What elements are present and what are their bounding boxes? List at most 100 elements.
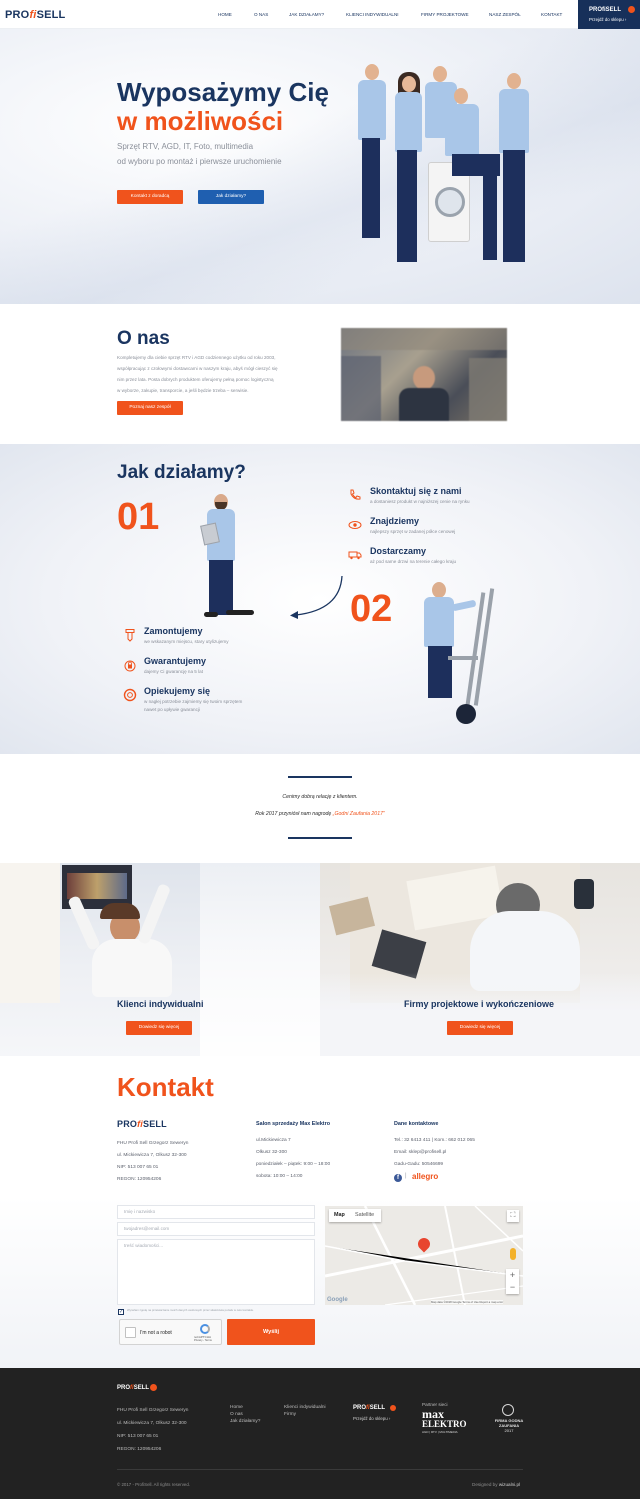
worker-with-tablet-photo xyxy=(196,494,256,622)
how-title: Jak działamy? xyxy=(117,462,246,483)
how-section: Jak działamy? 01 02 Skontaktuj się z nam… xyxy=(0,444,640,754)
individual-clients-label: Klienci indywidualni xyxy=(117,999,204,1009)
boy-shirt xyxy=(92,939,172,997)
max-elektro-logo: max ELEKTRO xyxy=(422,1407,467,1429)
about-photo xyxy=(341,328,507,421)
hero-title-line1: Wyposażymy Cię xyxy=(117,77,329,107)
max-elektro-sub: AGD | RTV | MULTIMEDIA xyxy=(422,1430,458,1434)
submit-button[interactable]: Wyślij xyxy=(227,1319,315,1345)
step-number-01: 01 xyxy=(117,496,160,538)
footer-divider xyxy=(117,1469,523,1470)
footer-links-1: Home O nas Jak działamy? xyxy=(230,1404,260,1425)
company-info: FHU Profi Sell Grzegorz Seweryn ul. Mick… xyxy=(117,1141,189,1182)
recaptcha-widget: I'm not a robot reCAPTCHA Privacy - Term… xyxy=(119,1319,222,1345)
lock-icon xyxy=(124,660,136,672)
shop-logo: PROfiSELL xyxy=(589,7,622,13)
footer-link-companies[interactable]: Firmy xyxy=(284,1411,326,1418)
companies-more-button[interactable]: Dowiedz się więcej xyxy=(447,1021,513,1035)
footer-link-about[interactable]: O nas xyxy=(230,1411,260,1418)
divider-top xyxy=(288,776,352,778)
footer-link-how[interactable]: Jak działamy? xyxy=(230,1418,260,1425)
contact-title: Kontakt xyxy=(117,1072,214,1102)
map-tab[interactable]: Map xyxy=(334,1212,345,1218)
how-we-work-button[interactable]: Jak działamy? xyxy=(198,190,264,204)
salon-info: ul.Mickiewicza 7 Olkusz 32-300 poniedzia… xyxy=(256,1138,331,1179)
team-button[interactable]: Poznaj nasz zespół xyxy=(117,401,183,415)
contact-data: Tel.: 32 6413 411 | Kom.: 662 012 065 Em… xyxy=(394,1138,475,1167)
zoom-out-icon[interactable]: − xyxy=(506,1282,519,1294)
footer-shop-link[interactable]: Przejdź do sklepu › xyxy=(353,1416,390,1421)
consent-text: Wyrażam zgodę na przetwarzanie moich dan… xyxy=(127,1308,254,1312)
nav-companies[interactable]: FIRMY PROJEKTOWE xyxy=(421,12,469,17)
footer-link-individual[interactable]: Klienci indywidualni xyxy=(284,1404,326,1411)
lifebuoy-icon xyxy=(123,688,137,702)
quote-line-1: Cenimy dobrą relację z klientem. xyxy=(282,794,358,800)
about-text: Kompletujemy dla ciebie sprzęt RTV i AGD… xyxy=(117,355,278,393)
eye-icon xyxy=(348,521,362,529)
phone-icon xyxy=(350,489,361,500)
salon-heading: Salon sprzedaży Max Elektro xyxy=(256,1121,330,1127)
zoom-in-icon[interactable]: + xyxy=(506,1269,519,1281)
footer-logo: PROfiSELL xyxy=(117,1385,150,1391)
divider-bottom xyxy=(288,837,352,839)
recaptcha-checkbox[interactable] xyxy=(125,1327,136,1338)
companies-panel: Firmy projektowe i wykończeniowe Dowiedz… xyxy=(320,863,640,1056)
individual-more-button[interactable]: Dowiedz się więcej xyxy=(126,1021,192,1035)
contact-data-heading: Dane kontaktowe xyxy=(394,1121,439,1127)
team-photo xyxy=(345,54,560,269)
about-title: O nas xyxy=(117,328,170,349)
message-textarea[interactable]: treść wiadomości... xyxy=(117,1239,315,1305)
nav-home[interactable]: HOME xyxy=(218,12,232,17)
worker-with-hand-truck-photo xyxy=(418,580,495,730)
nav-how[interactable]: JAK DZIAŁAMY? xyxy=(289,12,324,17)
hero-subtitle-2: od wyboru po montaż i pierwsze uruchomie… xyxy=(117,157,282,166)
hero-section: Wyposażymy Cię w możliwości Sprzęt RTV, … xyxy=(0,29,640,304)
footer-company: FHU Profi Sell Grzegorz Seweryn ul. Mick… xyxy=(117,1408,189,1452)
contact-logo: PROfiSELL xyxy=(117,1119,167,1129)
nav-individual[interactable]: KLIENCI INDYWIDUALNI xyxy=(346,12,399,17)
pegman-icon[interactable] xyxy=(510,1248,516,1260)
individual-clients-panel: Klienci indywidualni Dowiedz się więcej xyxy=(0,863,320,1056)
fullscreen-icon[interactable]: ⛶ xyxy=(507,1210,519,1222)
shop-link-box[interactable]: PROfiSELL Przejdź do sklepu › xyxy=(578,0,640,29)
site-header: PROfiSELL HOME O NAS JAK DZIAŁAMY? KLIEN… xyxy=(0,0,640,29)
award-badge: FIRMA GODNA ZAUFANIA 2017 xyxy=(494,1418,524,1433)
email-input[interactable]: twojadres@email.com xyxy=(117,1222,315,1236)
recaptcha-label: I'm not a robot xyxy=(140,1330,172,1336)
footer-badge-icon xyxy=(150,1384,157,1391)
google-map[interactable]: Map Satellite ⛶ + − Google Map data ©201… xyxy=(325,1206,523,1305)
allegro-link[interactable]: allegro xyxy=(412,1172,438,1181)
shop-link-text: Przejdź do sklepu › xyxy=(589,17,627,22)
hero-title-line2: w możliwości xyxy=(117,106,284,136)
hero-subtitle-1: Sprzęt RTV, AGD, IT, Foto, multimedia xyxy=(117,142,254,151)
map-attribution: Map data ©2018 Google Terms of Use Repor… xyxy=(431,1300,504,1304)
curved-arrow-icon xyxy=(290,575,343,619)
nav-contact[interactable]: KONTAKT xyxy=(541,12,562,17)
contact-section xyxy=(0,1056,640,1368)
footer-shop-logo: PROfiSELL xyxy=(353,1405,386,1411)
shop-badge-icon xyxy=(628,6,635,13)
footer-shop-badge-icon xyxy=(390,1405,396,1411)
consultant-contact-button[interactable]: Kontakt z doradcą xyxy=(117,190,183,204)
quote-line-2: Rok 2017 przyniósł nam nagrodę „Godni Za… xyxy=(255,811,385,817)
map-type-control: Map Satellite xyxy=(329,1209,381,1222)
separator: | xyxy=(405,1173,407,1179)
designed-by: Designed by wizualni.pl xyxy=(472,1482,521,1487)
footer-link-home[interactable]: Home xyxy=(230,1404,260,1411)
truck-icon xyxy=(348,551,362,560)
satellite-tab[interactable]: Satellite xyxy=(355,1212,374,1218)
nav-about[interactable]: O NAS xyxy=(254,12,268,17)
window-light xyxy=(0,863,60,1003)
award-globe-icon xyxy=(502,1404,514,1416)
facebook-icon[interactable]: f xyxy=(394,1174,402,1182)
site-footer: PROfiSELL FHU Profi Sell Grzegorz Sewery… xyxy=(0,1368,640,1499)
name-input[interactable]: Imię i nazwisko xyxy=(117,1205,315,1219)
consent-checkbox[interactable]: ✓ xyxy=(118,1309,124,1315)
nav-team[interactable]: NASZ ZESPÓŁ xyxy=(489,12,521,17)
companies-label: Firmy projektowe i wykończeniowe xyxy=(404,999,555,1009)
footer-links-2: Klienci indywidualni Firmy xyxy=(284,1404,326,1418)
site-logo[interactable]: PROfiSELL xyxy=(5,9,65,21)
zoom-control: + − xyxy=(506,1269,519,1294)
designer-link[interactable]: wizualni.pl xyxy=(499,1482,520,1487)
recaptcha-icon xyxy=(200,1324,210,1334)
